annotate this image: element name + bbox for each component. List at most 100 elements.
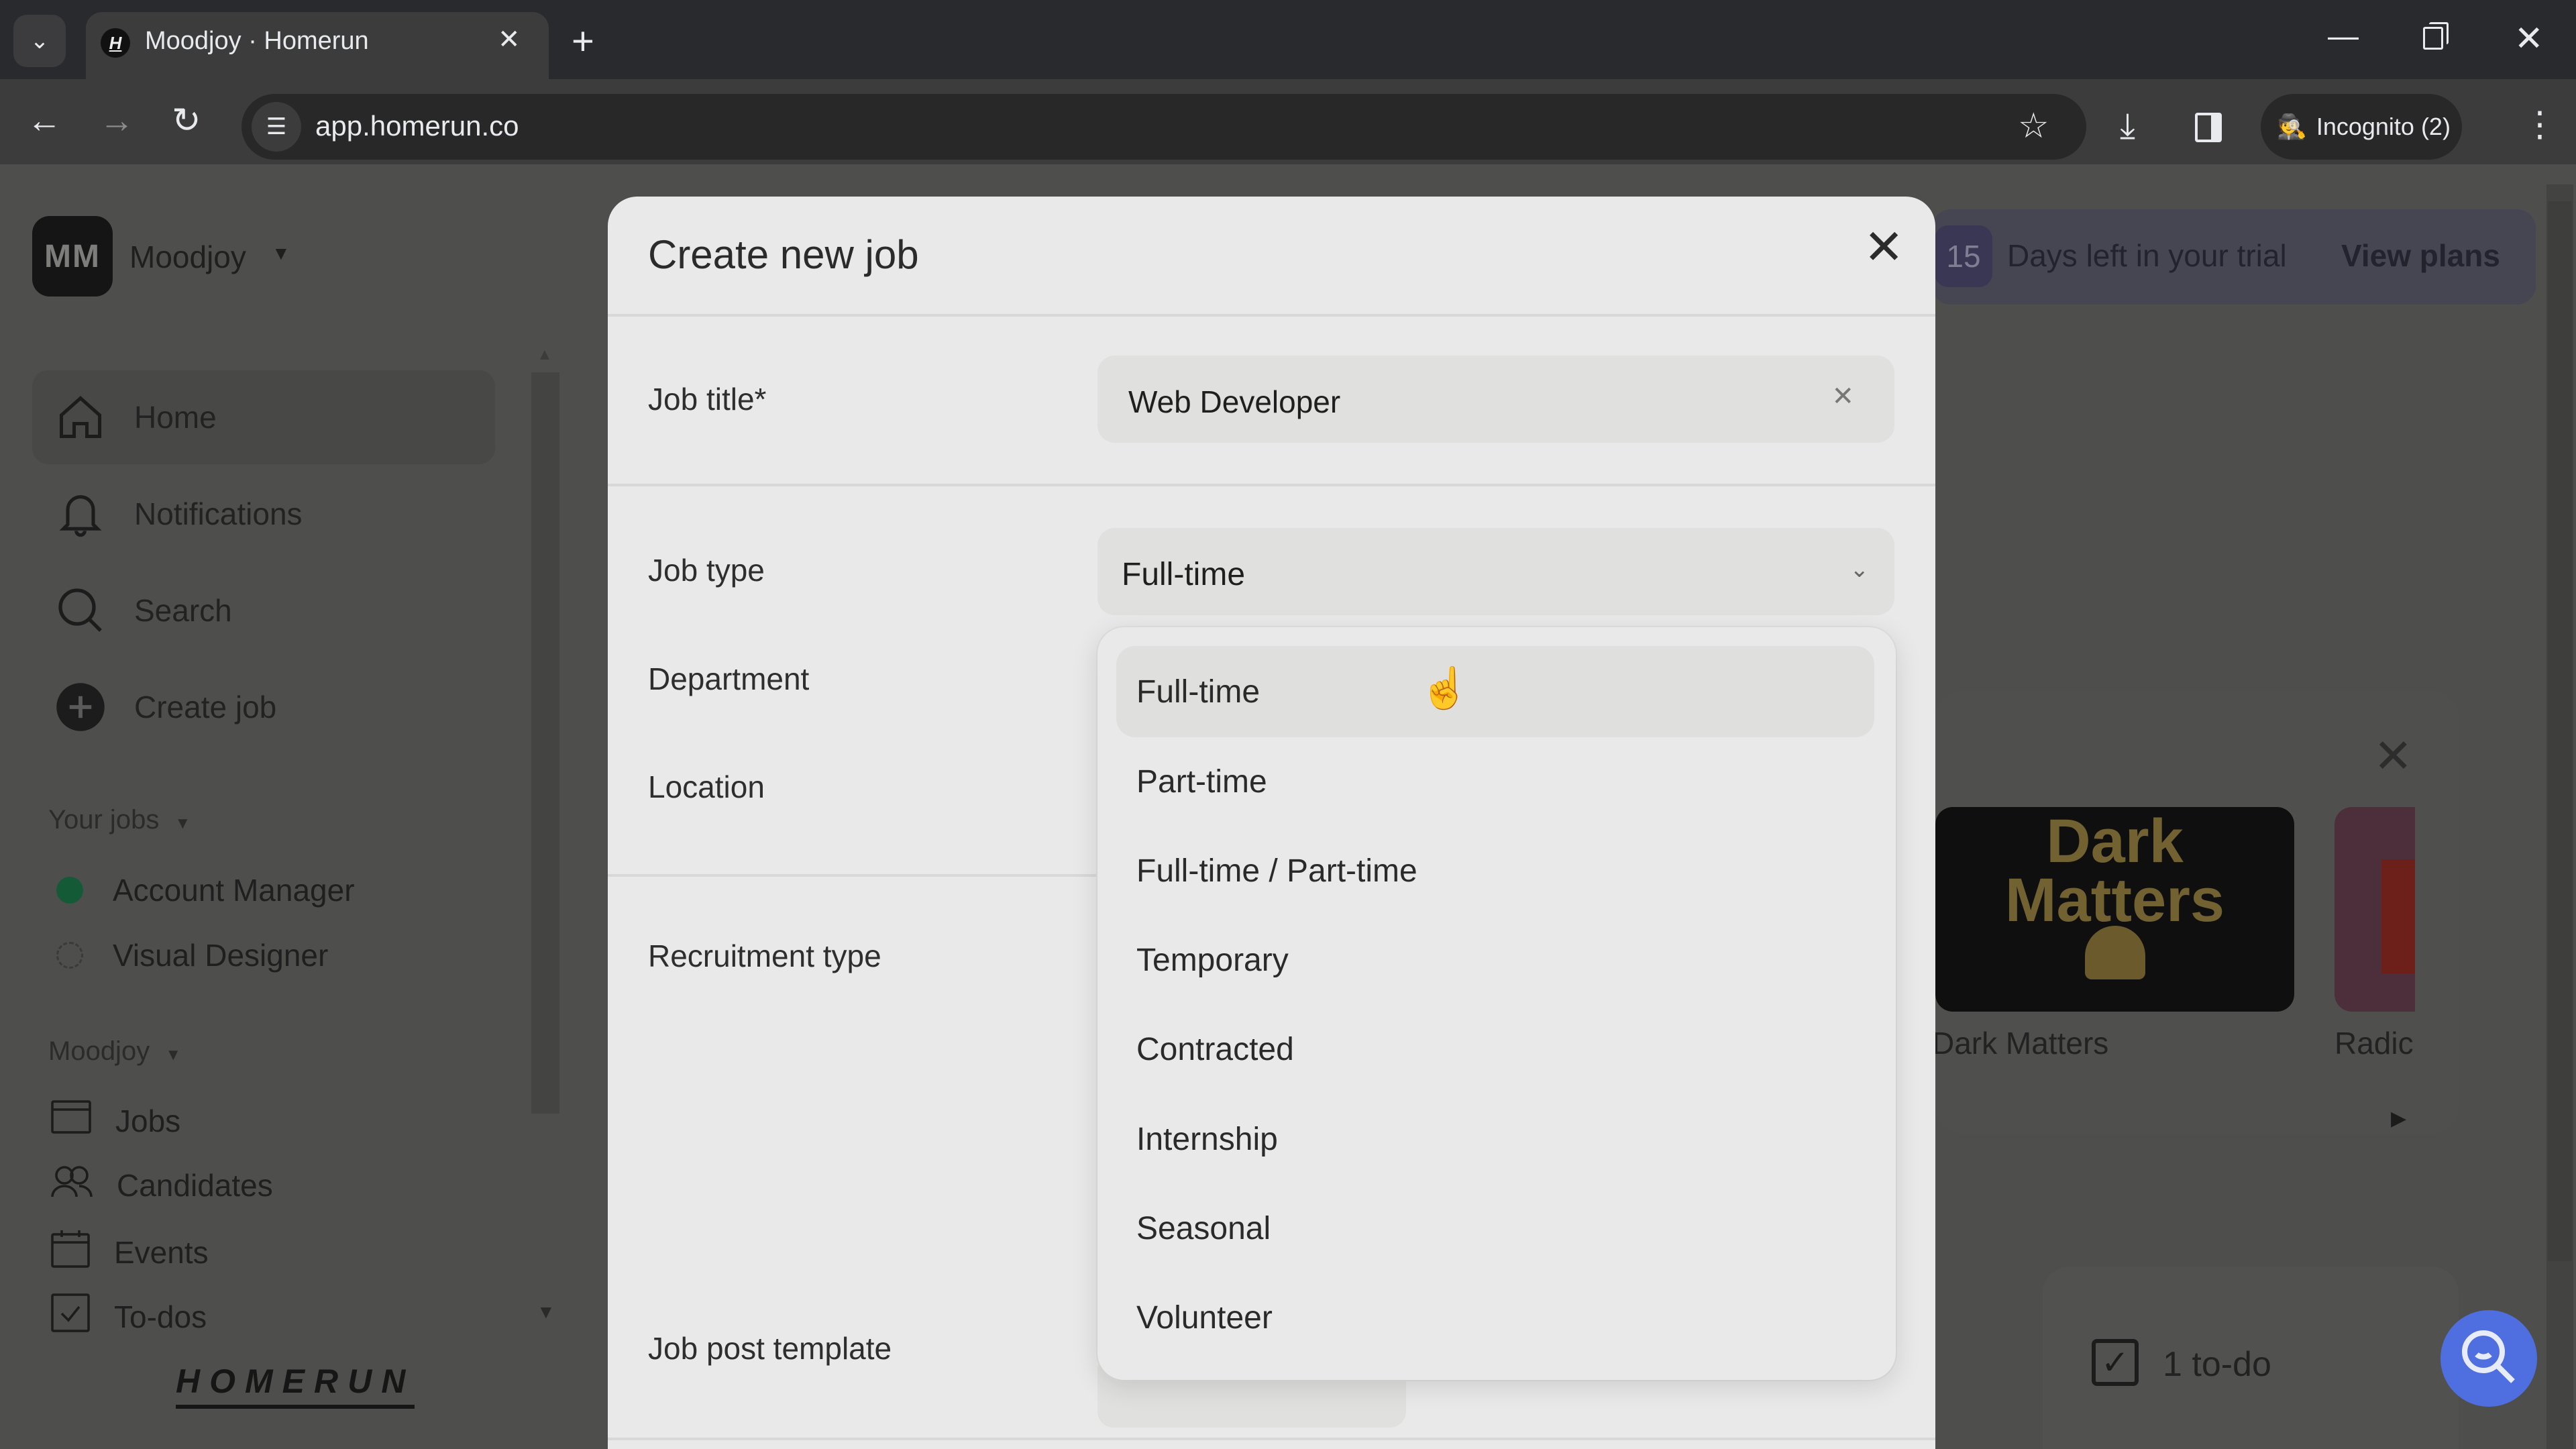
window-minimize-icon[interactable]: — — [2328, 17, 2359, 54]
job-label: Visual Designer — [113, 938, 329, 973]
your-jobs-header[interactable]: Your jobs ▼ — [48, 805, 191, 835]
forward-arrow-icon[interactable]: → — [99, 101, 134, 141]
sidebar-item-events[interactable]: Events — [51, 1229, 209, 1275]
podcast-cover-title: Dark Matters — [2004, 807, 2225, 934]
sidebar-scrollbar-thumb[interactable] — [531, 372, 559, 1114]
chevron-down-icon: ⌄ — [1849, 557, 1870, 582]
job-title-input[interactable]: Web Developer ✕ — [1097, 356, 1894, 443]
job-type-option-internship[interactable]: Internship — [1116, 1093, 1874, 1185]
calendar-icon — [51, 1229, 90, 1275]
incognito-label: Incognito (2) — [2316, 113, 2451, 140]
podcast-radic-cover[interactable] — [2334, 807, 2415, 1012]
job-type-option-full-or-part-time[interactable]: Full-time / Part-time — [1116, 825, 1874, 916]
sidebar-item-search[interactable]: Search — [32, 564, 495, 657]
published-status-dot-icon — [56, 877, 83, 904]
close-icon[interactable]: ✕ — [2373, 729, 2413, 784]
sidebar-item-label: Notifications — [134, 496, 303, 531]
sidebar-item-label: Events — [114, 1234, 209, 1270]
sidebar-item-label: Jobs — [115, 1103, 181, 1138]
podcast-title[interactable]: Radic — [2334, 1025, 2414, 1061]
job-post-template-label: Job post template — [648, 1331, 892, 1366]
podcast-host-illustration — [2084, 925, 2145, 979]
tab-close-icon[interactable]: ✕ — [498, 24, 521, 55]
sidebar-item-candidates[interactable]: Candidates — [51, 1165, 273, 1205]
job-type-option-seasonal[interactable]: Seasonal — [1116, 1183, 1874, 1274]
page-scrollbar-thumb[interactable] — [2548, 201, 2572, 1261]
checkbox-icon — [51, 1293, 90, 1340]
job-type-option-volunteer[interactable]: Volunteer — [1116, 1272, 1874, 1363]
location-label: Location — [648, 769, 765, 804]
bookmark-star-icon[interactable]: ☆ — [2018, 106, 2049, 146]
job-title-value[interactable]: Web Developer — [1128, 384, 1340, 420]
caret-down-icon: ▼ — [165, 1046, 182, 1064]
sidebar-item-label: Search — [134, 593, 232, 628]
sidebar-job-account-manager[interactable]: Account Manager — [56, 872, 355, 908]
homerun-favicon-icon: H — [101, 28, 130, 58]
clear-input-icon[interactable]: ✕ — [1831, 381, 1854, 412]
incognito-indicator[interactable]: 🕵 Incognito (2) — [2261, 94, 2462, 160]
sidebar-item-label: Create job — [134, 690, 277, 724]
draft-status-dot-icon — [56, 942, 83, 969]
help-search-button[interactable] — [2440, 1310, 2537, 1407]
sidebar-item-notifications[interactable]: Notifications — [32, 467, 495, 561]
tab-title: Moodjoy · Homerun — [145, 27, 369, 55]
back-arrow-icon[interactable]: ← — [27, 101, 62, 141]
divider — [608, 484, 1935, 486]
site-info-tune-icon[interactable]: ☰ — [252, 102, 301, 152]
window-restore-icon[interactable] — [2423, 22, 2449, 50]
scroll-down-arrow-icon[interactable]: ▼ — [537, 1301, 555, 1323]
jobs-icon — [51, 1100, 91, 1141]
job-type-select[interactable]: Full-time ⌄ — [1097, 528, 1894, 615]
home-icon — [54, 390, 107, 444]
podcast-dark-matters-cover[interactable]: Dark Matters — [1935, 807, 2294, 1012]
help-search-icon — [2457, 1325, 2521, 1393]
recruitment-type-label: Recruitment type — [648, 938, 881, 973]
org-switcher-name[interactable]: Moodjoy — [129, 239, 246, 275]
search-icon — [54, 584, 107, 637]
job-type-label: Job type — [648, 553, 765, 588]
divider — [608, 874, 1104, 877]
job-type-option-temporary[interactable]: Temporary — [1116, 914, 1874, 1006]
modal-title: Create new job — [648, 232, 919, 277]
kebab-menu-icon[interactable]: ⋮ — [2522, 105, 2557, 145]
todo-count-label[interactable]: 1 to-do — [2163, 1344, 2271, 1385]
sidebar-item-label: Candidates — [117, 1167, 273, 1203]
sidebar-item-todos[interactable]: To-dos — [51, 1293, 207, 1340]
bell-icon — [54, 487, 107, 541]
sidebar-job-visual-designer[interactable]: Visual Designer — [56, 937, 328, 973]
trial-text: Days left in your trial — [2007, 238, 2287, 273]
job-label: Account Manager — [113, 873, 355, 908]
new-tab-plus-icon[interactable]: + — [572, 19, 594, 64]
sidebar-item-home[interactable]: Home — [32, 370, 495, 464]
section-label: Your jobs — [48, 805, 160, 835]
caret-down-icon: ▼ — [174, 814, 191, 833]
org-avatar[interactable]: MM — [32, 216, 113, 297]
podcast-title[interactable]: Dark Matters — [1932, 1025, 2108, 1061]
sidebar-item-label: Home — [134, 400, 217, 435]
url-text[interactable]: app.homerun.co — [315, 110, 519, 142]
homerun-logo: HOMERUN — [176, 1362, 415, 1409]
job-type-option-contracted[interactable]: Contracted — [1116, 1004, 1874, 1095]
sidebar-item-jobs[interactable]: Jobs — [51, 1100, 180, 1141]
tab-search-button[interactable]: ⌄ — [13, 15, 66, 67]
org-section-header[interactable]: Moodjoy ▼ — [48, 1036, 181, 1067]
side-panel-icon[interactable] — [2195, 113, 2222, 142]
sidebar-item-label: To-dos — [114, 1299, 207, 1334]
sidebar-item-create-job[interactable]: Create job — [32, 660, 495, 754]
caret-down-icon[interactable]: ▼ — [272, 243, 290, 264]
chevron-down-icon: ⌄ — [30, 28, 50, 54]
reload-icon[interactable]: ↻ — [172, 101, 201, 141]
divider — [608, 314, 1935, 317]
carousel-next-icon[interactable]: ▶ — [2391, 1107, 2406, 1130]
job-type-dropdown-menu: Full-time Part-time Full-time / Part-tim… — [1097, 627, 1896, 1380]
job-type-option-part-time[interactable]: Part-time — [1116, 736, 1874, 827]
incognito-icon: 🕵 — [2277, 113, 2307, 140]
divider — [608, 1438, 1935, 1440]
scroll-up-arrow-icon[interactable]: ▲ — [537, 345, 553, 364]
job-type-option-full-time[interactable]: Full-time — [1116, 646, 1874, 737]
modal-close-icon[interactable]: ✕ — [1864, 223, 1904, 272]
create-job-modal: Create new job ✕ Job title* Web Develope… — [608, 197, 1935, 1449]
window-close-icon[interactable]: ✕ — [2514, 19, 2544, 59]
download-icon[interactable]: ⤓ — [2120, 106, 2135, 147]
view-plans-link[interactable]: View plans — [2341, 237, 2500, 274]
